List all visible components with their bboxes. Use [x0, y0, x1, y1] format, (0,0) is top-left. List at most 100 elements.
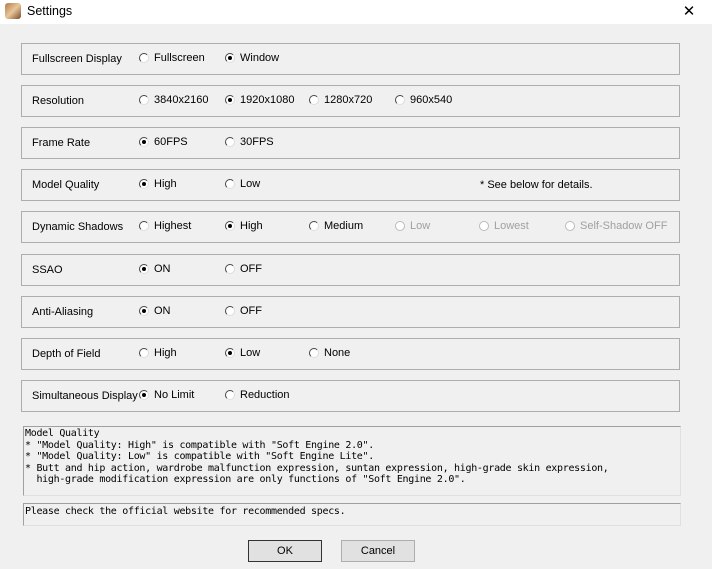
radio-ssao-off[interactable]: OFF [225, 263, 262, 275]
radio-resolution-1280x720[interactable]: 1280x720 [309, 94, 372, 106]
radio-button-icon[interactable] [139, 53, 149, 63]
radio-button-icon [395, 221, 405, 231]
radio-label: Reduction [240, 389, 290, 401]
group-label: Dynamic Shadows [32, 221, 124, 233]
radio-label: Low [240, 347, 261, 359]
radio-button-icon[interactable] [139, 348, 149, 358]
ok-button[interactable]: OK [248, 540, 322, 562]
radio-label: Lowest [494, 220, 529, 232]
radio-label: Fullscreen [154, 52, 205, 64]
group-label: Fullscreen Display [32, 53, 122, 65]
radio-ssao-on[interactable]: ON [139, 263, 171, 275]
group-label: SSAO [32, 264, 63, 276]
radio-label: Highest [154, 220, 192, 232]
radio-fullscreen-display-fullscreen[interactable]: Fullscreen [139, 52, 205, 64]
radio-anti-aliasing-off[interactable]: OFF [225, 305, 262, 317]
radio-label: Low [410, 220, 431, 232]
radio-label: ON [154, 305, 171, 317]
radio-button-icon[interactable] [139, 221, 149, 231]
details-textbox[interactable]: Model Quality * "Model Quality: High" is… [23, 426, 681, 496]
radio-dynamic-shadows-low: Low [395, 220, 430, 232]
radio-button-icon[interactable] [139, 264, 149, 274]
radio-label: High [240, 220, 263, 232]
radio-button-icon[interactable] [139, 390, 149, 400]
radio-button-icon[interactable] [139, 95, 149, 105]
radio-label: 30FPS [240, 136, 274, 148]
radio-button-icon[interactable] [225, 179, 235, 189]
radio-label: Self-Shadow OFF [580, 220, 668, 232]
radio-button-icon[interactable] [225, 53, 235, 63]
details-note: * See below for details. [480, 179, 593, 191]
group-anti-aliasing: Anti-Aliasing ON OFF [21, 296, 680, 328]
radio-button-icon[interactable] [139, 306, 149, 316]
group-label: Frame Rate [32, 137, 91, 149]
radio-label: Low [240, 178, 261, 190]
group-model-quality: Model Quality High Low * See below for deta… [21, 169, 680, 201]
radio-frame-rate-60fps[interactable]: 60FPS [139, 136, 188, 148]
radio-depth-of-field-high[interactable]: High [139, 347, 177, 359]
radio-dynamic-shadows-lowest: Lowest [479, 220, 529, 232]
radio-button-icon[interactable] [225, 390, 235, 400]
radio-button-icon[interactable] [309, 221, 319, 231]
group-label: Simultaneous Display [32, 390, 138, 402]
group-ssao: SSAO ON OFF [21, 254, 680, 286]
radio-resolution-3840x2160[interactable]: 3840x2160 [139, 94, 208, 106]
radio-label: High [154, 178, 177, 190]
radio-button-icon [479, 221, 489, 231]
radio-simultaneous-display-reduction[interactable]: Reduction [225, 389, 290, 401]
radio-frame-rate-30fps[interactable]: 30FPS [225, 136, 274, 148]
cancel-button[interactable]: Cancel [341, 540, 415, 562]
radio-model-quality-high[interactable]: High [139, 178, 177, 190]
group-frame-rate: Frame Rate 60FPS 30FPS [21, 127, 680, 159]
radio-label: 1920x1080 [240, 94, 295, 106]
radio-label: 1280x720 [324, 94, 373, 106]
app-icon [5, 3, 21, 19]
radio-depth-of-field-low[interactable]: Low [225, 347, 260, 359]
group-label: Model Quality [32, 179, 100, 191]
radio-button-icon[interactable] [139, 179, 149, 189]
radio-model-quality-low[interactable]: Low [225, 178, 260, 190]
radio-button-icon[interactable] [225, 306, 235, 316]
group-fullscreen-display: Fullscreen Display Fullscreen Window [21, 43, 680, 75]
radio-dynamic-shadows-highest[interactable]: Highest [139, 220, 191, 232]
group-depth-of-field: Depth of Field High Low None [21, 338, 680, 370]
radio-label: OFF [240, 305, 262, 317]
radio-button-icon[interactable] [225, 95, 235, 105]
radio-label: Window [240, 52, 280, 64]
radio-label: None [324, 347, 351, 359]
radio-dynamic-shadows-medium[interactable]: Medium [309, 220, 363, 232]
radio-button-icon[interactable] [309, 95, 319, 105]
radio-label: 960x540 [410, 94, 453, 106]
group-label: Resolution [32, 95, 84, 107]
radio-button-icon[interactable] [225, 221, 235, 231]
radio-simultaneous-display-no-limit[interactable]: No Limit [139, 389, 194, 401]
radio-button-icon[interactable] [225, 348, 235, 358]
radio-button-icon[interactable] [225, 264, 235, 274]
radio-button-icon[interactable] [395, 95, 405, 105]
radio-resolution-1920x1080[interactable]: 1920x1080 [225, 94, 294, 106]
radio-label: 60FPS [154, 136, 188, 148]
radio-fullscreen-display-window[interactable]: Window [225, 52, 279, 64]
radio-button-icon[interactable] [309, 348, 319, 358]
group-dynamic-shadows: Dynamic Shadows Highest High Medium Low Lowes… [21, 211, 680, 243]
close-button[interactable]: ✕ [666, 0, 712, 24]
radio-dynamic-shadows-self-shadow-off: Self-Shadow OFF [565, 220, 667, 232]
group-label: Anti-Aliasing [32, 306, 94, 318]
radio-resolution-960x540[interactable]: 960x540 [395, 94, 452, 106]
radio-label: No Limit [154, 389, 195, 401]
radio-label: Medium [324, 220, 364, 232]
specs-textbox[interactable]: Please check the official website for re… [23, 503, 681, 526]
radio-label: 3840x2160 [154, 94, 209, 106]
radio-dynamic-shadows-high[interactable]: High [225, 220, 263, 232]
radio-depth-of-field-none[interactable]: None [309, 347, 350, 359]
window-title: Settings [27, 4, 73, 18]
radio-label: High [154, 347, 177, 359]
radio-button-icon[interactable] [225, 137, 235, 147]
radio-button-icon[interactable] [139, 137, 149, 147]
group-label: Depth of Field [32, 348, 101, 360]
group-resolution: Resolution 3840x2160 1920x1080 1280x720 960x… [21, 85, 680, 117]
radio-label: ON [154, 263, 171, 275]
radio-anti-aliasing-on[interactable]: ON [139, 305, 171, 317]
radio-button-icon [565, 221, 575, 231]
title-bar: Settings ✕ [0, 0, 712, 24]
